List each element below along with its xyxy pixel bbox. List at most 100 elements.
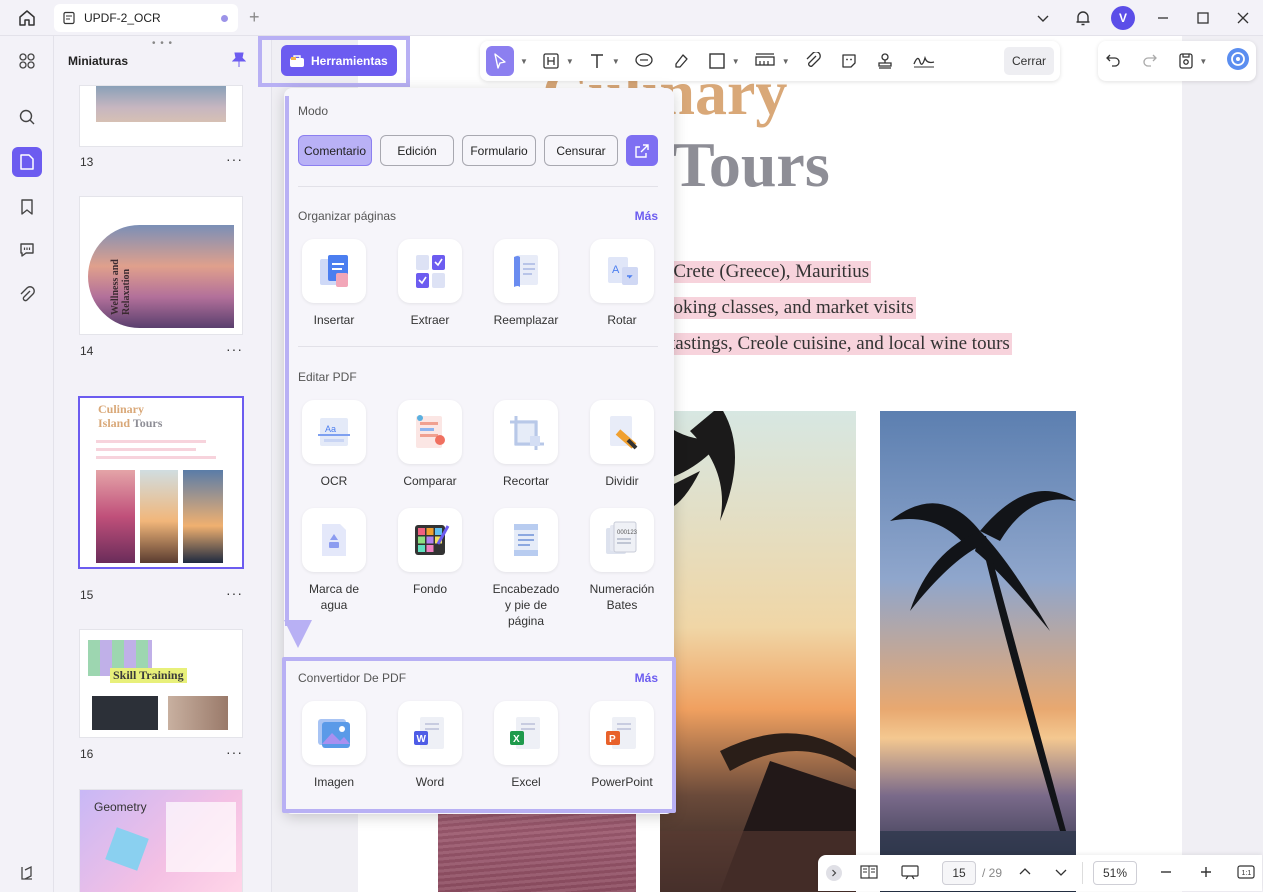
highlight-tool-icon[interactable]	[542, 46, 560, 76]
compare-icon	[398, 400, 462, 464]
document-tab[interactable]: UPDF-2_OCR	[54, 4, 238, 32]
thumbnail-page[interactable]	[80, 86, 242, 146]
thumbnails-icon[interactable]	[12, 147, 42, 177]
page-layout-icon[interactable]	[860, 864, 878, 883]
thumbnails-panel: • • • Miniaturas 13 ··· Wellness and Rel…	[54, 36, 272, 892]
zoom-level-input[interactable]: 51%	[1093, 861, 1138, 885]
maximize-icon[interactable]	[1183, 0, 1223, 36]
mode-comment-button[interactable]: Comentario	[298, 135, 372, 166]
zoom-in-icon[interactable]	[1199, 865, 1213, 882]
actual-size-icon[interactable]: 1:1	[1237, 864, 1255, 883]
svg-text:Aa: Aa	[325, 424, 336, 434]
organize-more-link[interactable]: Más	[635, 209, 658, 223]
thumbnail-number: 13	[80, 155, 94, 169]
page-number-input[interactable]: 15	[942, 861, 976, 885]
home-icon[interactable]	[14, 6, 40, 30]
comment-tool-icon[interactable]	[634, 46, 654, 76]
thumbnail-page[interactable]: Wellness and Relaxation	[80, 197, 242, 334]
watermark-icon	[302, 508, 366, 572]
page-text-line: ooking classes, and market visits	[662, 297, 916, 319]
thumbnail-page[interactable]: Geometry	[80, 790, 242, 892]
tool-label: Rotar	[607, 313, 637, 327]
thumbnail-more-icon[interactable]: ···	[226, 342, 243, 356]
herramientas-button[interactable]: Herramientas	[281, 45, 397, 76]
chevron-down-icon[interactable]: ▼	[520, 57, 528, 66]
tool-background[interactable]: Fondo	[385, 508, 475, 597]
tool-ocr[interactable]: Aa OCR	[289, 400, 379, 489]
mode-edit-button[interactable]: Edición	[380, 135, 454, 166]
thumbnail-more-icon[interactable]: ···	[226, 152, 243, 166]
chevron-down-icon[interactable]: ▼	[566, 57, 574, 66]
bookmark-icon[interactable]	[12, 192, 42, 222]
eraser-tool-icon[interactable]	[672, 46, 690, 76]
sticker-tool-icon[interactable]	[840, 46, 858, 76]
thumbnail-title: Culinary	[98, 402, 145, 416]
thumbnail-page[interactable]: Skill Training	[80, 630, 242, 737]
tool-split[interactable]: Dividir	[577, 400, 667, 489]
zoom-out-icon[interactable]	[1159, 865, 1173, 882]
mode-redact-button[interactable]: Censurar	[544, 135, 618, 166]
thumbnail-more-icon[interactable]: ···	[226, 586, 243, 600]
thumbnail-page-selected[interactable]: Culinary Island Tours	[80, 398, 242, 567]
chevron-down-icon[interactable]	[1023, 0, 1063, 36]
user-avatar-button[interactable]: V	[1103, 0, 1143, 36]
search-icon[interactable]	[12, 102, 42, 132]
signature-tool-icon[interactable]	[912, 46, 936, 76]
tool-header-footer[interactable]: Encabezado y pie de página	[481, 508, 571, 629]
save-icon[interactable]: ▼	[1177, 52, 1207, 70]
pin-icon[interactable]	[231, 52, 247, 73]
thumbnail-more-icon[interactable]: ···	[226, 745, 243, 759]
presentation-icon[interactable]	[900, 864, 920, 883]
open-external-icon[interactable]	[626, 135, 658, 166]
tool-compare[interactable]: Comparar	[385, 400, 475, 489]
chevron-down-icon[interactable]: ▼	[612, 57, 620, 66]
thumbnail-text-line	[96, 440, 206, 443]
tool-insert[interactable]: Insertar	[289, 239, 379, 328]
chevron-down-icon[interactable]	[1054, 865, 1068, 882]
insert-icon	[302, 239, 366, 303]
tool-crop[interactable]: Recortar	[481, 400, 571, 489]
attachment-icon[interactable]	[12, 280, 42, 310]
annotation-arrow-line	[285, 96, 289, 626]
chevron-down-icon[interactable]: ▼	[1199, 57, 1207, 66]
annotation-toolbar: ▼ ▼ ▼ ▼ ▼ Cerrar	[480, 41, 1060, 81]
measure-tool-icon[interactable]	[754, 46, 776, 76]
section-title-edit: Editar PDF	[298, 370, 357, 384]
undo-icon[interactable]	[1104, 50, 1122, 73]
thumbnail-number: 15	[80, 588, 94, 602]
thumbnail-title: Geometry	[94, 800, 147, 814]
tool-rotate[interactable]: A Rotar	[577, 239, 667, 328]
avatar: V	[1111, 6, 1135, 30]
shape-tool-icon[interactable]	[708, 46, 726, 76]
comments-icon[interactable]	[12, 235, 42, 265]
tool-watermark[interactable]: Marca de agua	[289, 508, 379, 613]
new-tab-icon[interactable]: +	[249, 7, 260, 27]
minimize-icon[interactable]	[1143, 0, 1183, 36]
ai-assistant-icon[interactable]	[1226, 47, 1250, 76]
close-toolbar-button[interactable]: Cerrar	[1003, 47, 1054, 75]
history-toolbar: ▼	[1098, 41, 1256, 81]
chevron-right-icon[interactable]	[826, 865, 842, 881]
tool-bates-numbering[interactable]: 000123 Numeración Bates	[577, 508, 667, 613]
bates-numbering-icon: 000123	[590, 508, 654, 572]
tool-extract[interactable]: Extraer	[385, 239, 475, 328]
redo-icon[interactable]	[1141, 50, 1159, 73]
bell-icon[interactable]	[1063, 0, 1103, 36]
chevron-up-icon[interactable]	[1018, 865, 1032, 882]
close-window-icon[interactable]	[1223, 0, 1263, 36]
apps-grid-icon[interactable]	[12, 46, 42, 76]
select-tool-icon[interactable]	[486, 46, 514, 76]
attach-tool-icon[interactable]	[804, 46, 822, 76]
panel-grip[interactable]: • • •	[152, 38, 173, 49]
tool-replace[interactable]: Reemplazar	[481, 239, 571, 328]
text-tool-icon[interactable]	[588, 46, 606, 76]
converter-highlight	[282, 657, 676, 813]
tool-label: Extraer	[410, 313, 450, 327]
chevron-down-icon[interactable]: ▼	[732, 57, 740, 66]
stamp-tool-icon[interactable]	[876, 46, 894, 76]
chevron-down-icon[interactable]: ▼	[782, 57, 790, 66]
layers-icon[interactable]	[12, 858, 42, 888]
tool-label: Encabezado y pie de página	[492, 582, 560, 628]
crop-icon	[494, 400, 558, 464]
mode-form-button[interactable]: Formulario	[462, 135, 536, 166]
